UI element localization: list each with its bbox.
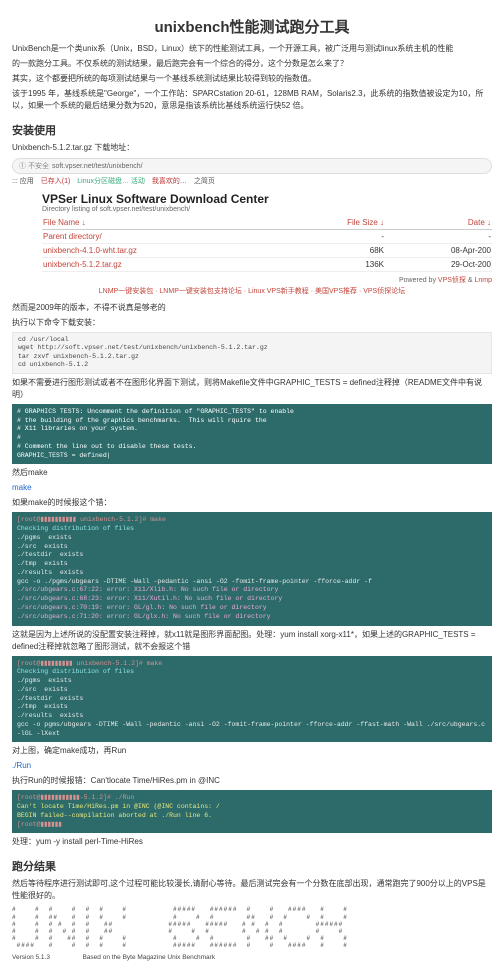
footer-links[interactable]: LNMP一键安装包 · LNMP一键安装包支持论坛 · Linux VPS新手教… <box>12 286 492 296</box>
install-heading: 安装使用 <box>12 122 492 138</box>
file-size: 68K <box>286 244 385 258</box>
graphic-note: 如果不需要进行图形测试或者不在图形化界面下测试，则将Makefile文件中GRA… <box>12 377 492 401</box>
insecure-icon: ① 不安全 <box>19 161 49 171</box>
cmd-intro: 执行以下命令下载安装： <box>12 317 492 329</box>
version-line: Version 5.1.3 Based on the Byte Magazine… <box>12 954 492 961</box>
terminal-block: [root@▮▮▮▮▮▮▮▮▮▮ unixbench-5.1.2]# make … <box>12 512 492 625</box>
powered-by: Powered by VPS侦探 & Lnmp <box>12 275 492 285</box>
terminal-block: # GRAPHICS TESTS: Uncomment the definiti… <box>12 404 492 465</box>
file-date: - <box>385 230 492 244</box>
page-title: unixbench性能测试跑分工具 <box>12 16 492 37</box>
fix-line: 处理：yum -y install perl-Time-HiRes <box>12 836 492 848</box>
download-line: Unixbench-5.1.2.tar.gz 下载地址： <box>12 142 492 154</box>
run-cmd: ./Run <box>12 760 492 772</box>
file-date: 08-Apr-200 <box>385 244 492 258</box>
code-block: cd /usr/local wget http://soft.vpser.net… <box>12 332 492 374</box>
file-size: - <box>286 230 385 244</box>
intro-text: 的一款跑分工具。不仅系统的测试结果，最后跑完会有一个综合的得分，这个分数是怎么来… <box>12 58 492 70</box>
tab-blank[interactable]: 之简页 <box>194 178 215 185</box>
after-make: 对上图，确定make成功，再Run <box>12 745 492 757</box>
intro-text: 其实，这个都要把所统的每项测试结果与一个基线系统测试结果比较得到较的指数值。 <box>12 73 492 85</box>
intro-text: 该于1995 年，基线系统是"George"，一个工作站：SPARCstatio… <box>12 88 492 112</box>
download-center: VPSer Linux Software Download Center Dir… <box>42 192 492 272</box>
file-date: 29-Oct-200 <box>385 258 492 272</box>
term2-note: 这就是因为上述所说的没配置安装注释掉，就x11就是图形界面配图。处理：yum i… <box>12 629 492 653</box>
terminal-block: [root@▮▮▮▮▮▮▮▮▮▮▮-5.1.2]# ./Run Can't lo… <box>12 790 492 833</box>
tab-saved[interactable]: 已存入(1) <box>41 178 71 185</box>
file-link[interactable]: unixbench-5.1.2.tar.gz <box>42 258 286 272</box>
table-row: unixbench-4.1.0-wht.tar.gz 68K 08-Apr-20… <box>42 244 492 258</box>
tab-apps[interactable]: ::: 应用 <box>12 178 34 185</box>
make-hint: 如果make的时候报这个错： <box>12 497 492 509</box>
then-make: 然后make <box>12 467 492 479</box>
ascii-banner: # # # # # # # ##### ###### # # #### # # … <box>12 906 492 949</box>
address-url: soft.vpser.net/test/unixbench/ <box>52 163 143 170</box>
result-heading: 跑分结果 <box>12 858 492 874</box>
download-center-title: VPSer Linux Software Download Center <box>42 192 492 206</box>
col-size[interactable]: File Size ↓ <box>286 216 385 230</box>
col-name[interactable]: File Name ↓ <box>42 216 286 230</box>
download-center-sub: Directory listing of soft.vpser.net/test… <box>42 206 492 213</box>
file-size: 136K <box>286 258 385 272</box>
file-link[interactable]: unixbench-4.1.0-wht.tar.gz <box>42 244 286 258</box>
col-date[interactable]: Date ↓ <box>385 216 492 230</box>
terminal-block: [root@▮▮▮▮▮▮▮▮▮ unixbench-5.1.2]# make C… <box>12 656 492 743</box>
browser-tabs: ::: 应用 已存入(1) Linux分区磁盘… 活动 我喜欢的… 之简页 <box>12 176 492 186</box>
page-content: unixbench性能测试跑分工具 UnixBench是一个类unix系（Uni… <box>0 0 504 969</box>
make-cmd: make <box>12 482 492 494</box>
result-intro: 然后等待程序进行测试即可,这个过程可能比较漫长,请耐心等待。最后测试完会有一个分… <box>12 878 492 902</box>
file-link[interactable]: Parent directory/ <box>42 230 286 244</box>
note-text: 然而是2009年的版本，不得不说真是够老的 <box>12 302 492 314</box>
powered-link[interactable]: Lnmp <box>474 277 492 284</box>
powered-link[interactable]: VPS侦探 <box>438 277 466 284</box>
table-row: unixbench-5.1.2.tar.gz 136K 29-Oct-200 <box>42 258 492 272</box>
tab-love[interactable]: 我喜欢的… <box>152 178 187 185</box>
run-err-intro: 执行Run的时候报错：Can'tlocate Time/HiRes.pm in … <box>12 775 492 787</box>
table-row: Parent directory/ - - <box>42 230 492 244</box>
address-bar[interactable]: ① 不安全 soft.vpser.net/test/unixbench/ <box>12 158 492 174</box>
tab-hint[interactable]: Linux分区磁盘… 活动 <box>77 178 145 185</box>
intro-text: UnixBench是一个类unix系（Unix，BSD，Linux）统下的性能测… <box>12 43 492 55</box>
file-table: File Name ↓ File Size ↓ Date ↓ Parent di… <box>42 216 492 272</box>
